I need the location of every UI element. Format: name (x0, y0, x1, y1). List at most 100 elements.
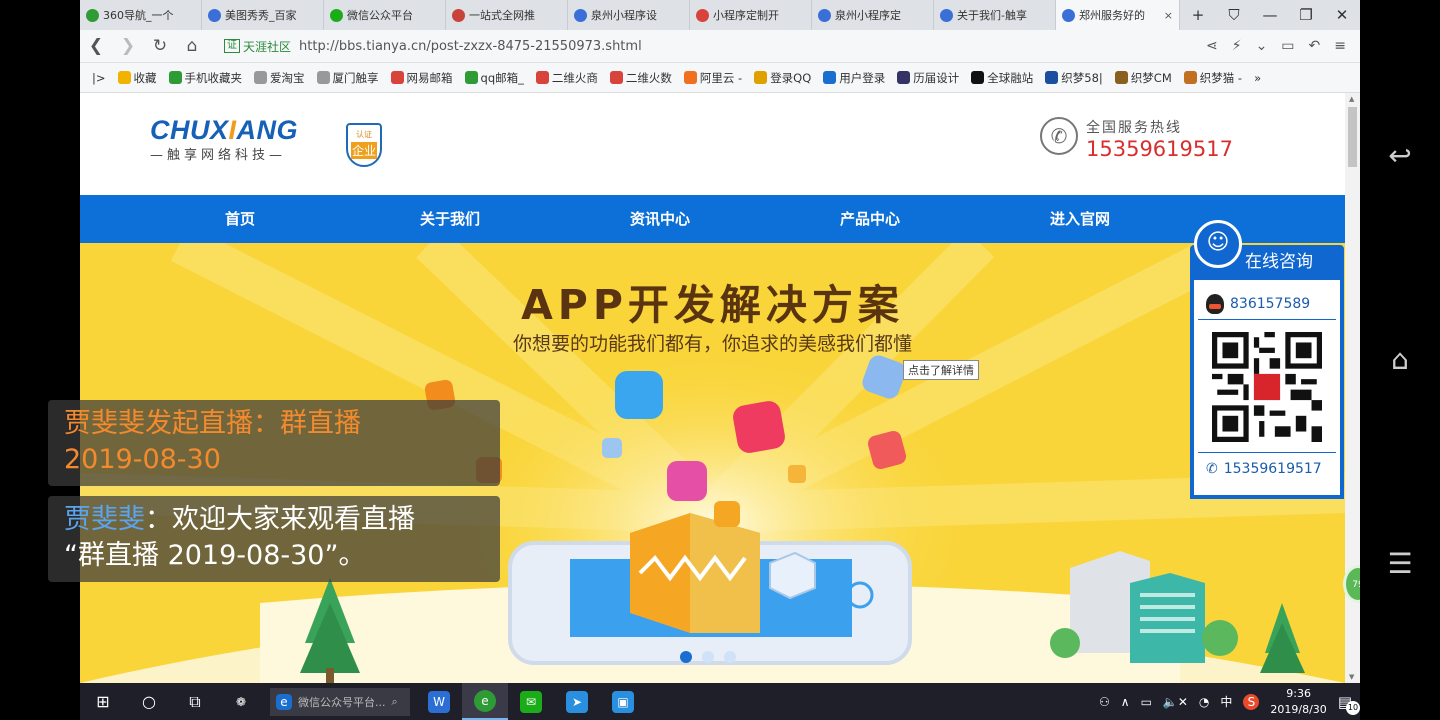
clock-time: 9:36 (1286, 686, 1311, 700)
start-button[interactable]: ⊞ (80, 683, 126, 720)
tab-favicon-icon (86, 8, 99, 22)
url-bar[interactable]: http://bbs.tianya.cn/post-zxzx-8475-2155… (299, 39, 1206, 54)
bookmark-item[interactable]: 二维火商 (535, 70, 598, 86)
share-icon[interactable]: ⋖ (1206, 38, 1218, 54)
tab-tools: + ⛉ — ❐ ✕ (1180, 0, 1360, 30)
scrollbar-thumb[interactable] (1348, 107, 1357, 167)
site-logo[interactable]: CHUXIANG —触享网络科技— (150, 115, 298, 163)
bookmark-item[interactable]: qq邮箱_ (464, 70, 524, 86)
tab-7[interactable]: 关于我们-触享 (934, 0, 1056, 30)
carousel-dot[interactable] (724, 651, 736, 663)
tab-2[interactable]: 微信公众平台 (324, 0, 446, 30)
scroll-down-arrow-icon[interactable]: ▼ (1349, 673, 1354, 681)
android-home-button[interactable]: ⌂ (1380, 342, 1420, 378)
tab-3[interactable]: 一站式全网推 (446, 0, 568, 30)
bookmark-item[interactable]: 用户登录 (823, 70, 885, 86)
screenshot-icon[interactable]: ▭ (1281, 38, 1294, 54)
taskbar-search[interactable]: e 微信公众号平台... ⌕ (270, 687, 410, 716)
speed-icon[interactable]: ⚡ (1232, 38, 1242, 54)
nav-item-2[interactable]: 资讯中心 (555, 195, 765, 243)
message-sender: 贾斐斐 (64, 504, 145, 535)
bookmark-item[interactable]: 织梦58| (1045, 70, 1103, 86)
carousel-dot[interactable] (702, 651, 714, 663)
system-tray: ⚇ ∧ ▭ 🔈✕ ◔ 中 S 9:36 2019/8/30 ▤ 10 (1099, 686, 1360, 718)
tray-chevron-icon[interactable]: ∧ (1121, 695, 1130, 709)
android-back-button[interactable]: ↩ (1380, 138, 1420, 174)
tab-6[interactable]: 泉州小程序定 (812, 0, 934, 30)
wifi-icon[interactable]: ◔ (1199, 695, 1209, 709)
bookmarks-more-button[interactable]: » (1254, 71, 1261, 85)
bookmarks-toggle[interactable]: |> (92, 71, 106, 85)
consult-phone[interactable]: ✆ 15359619517 (1198, 452, 1336, 477)
bookmark-item[interactable]: 织梦CM (1114, 70, 1172, 86)
bookmark-item[interactable]: 爱淘宝 (254, 70, 305, 86)
bookmark-item[interactable]: 织梦猫 - (1183, 70, 1243, 86)
pin-button[interactable]: ⛉ (1216, 6, 1252, 24)
cortana-button[interactable]: ○ (126, 683, 172, 720)
task-view-button[interactable]: ⧉ (172, 683, 218, 720)
app-feishu[interactable]: ➤ (554, 683, 600, 720)
minimize-button[interactable]: — (1252, 6, 1288, 24)
tab-5[interactable]: 小程序定制开 (690, 0, 812, 30)
tab-label: 关于我们-触享 (957, 9, 1027, 22)
nav-item-4[interactable]: 进入官网 (975, 195, 1185, 243)
tab-8[interactable]: 郑州服务好的 × (1056, 0, 1180, 30)
nav-item-0[interactable]: 首页 (135, 195, 345, 243)
bookmark-item[interactable]: 厦门触享 (316, 70, 379, 86)
forward-button[interactable]: ❯ (112, 36, 144, 56)
bookmark-item[interactable]: 全球融站 (971, 70, 1033, 86)
refresh-button[interactable]: ↻ (144, 36, 176, 56)
bookmark-item[interactable]: 阿里云 - (683, 70, 743, 86)
tab-4[interactable]: 泉州小程序设 (568, 0, 690, 30)
bookmark-item[interactable]: 收藏 (117, 70, 157, 86)
nav-item-1[interactable]: 关于我们 (345, 195, 555, 243)
bookmark-item[interactable]: 手机收藏夹 (168, 70, 242, 86)
qr-code (1212, 332, 1322, 442)
home-button[interactable]: ⌂ (176, 36, 208, 56)
search-icon: ⌕ (391, 694, 398, 708)
bookmark-label: 用户登录 (839, 70, 886, 85)
bookmark-label: 阿里云 - (699, 70, 743, 85)
people-icon[interactable]: ⚇ (1099, 695, 1110, 709)
notification-icon[interactable]: ▤ 10 (1338, 693, 1360, 715)
app-wps[interactable]: W (416, 683, 462, 720)
ime-indicator[interactable]: 中 (1220, 693, 1232, 710)
app-calendar[interactable]: ▣ (600, 683, 646, 720)
consult-qq[interactable]: 836157589 (1198, 280, 1336, 320)
bookmark-item[interactable]: 历届设计 (897, 70, 959, 86)
tab-0[interactable]: 360导航_一个 (80, 0, 202, 30)
tab-close-icon[interactable]: × (1164, 9, 1173, 22)
tab-favicon-icon (452, 8, 465, 22)
clock[interactable]: 9:36 2019/8/30 (1270, 686, 1326, 718)
new-tab-button[interactable]: + (1180, 6, 1216, 24)
wps-icon: W (428, 690, 450, 713)
volume-muted-icon[interactable]: 🔈✕ (1163, 695, 1188, 709)
app-pinwheel[interactable]: ❁ (218, 683, 264, 720)
bookmark-item[interactable]: 二维火数 (609, 70, 672, 86)
nav-item-3[interactable]: 产品中心 (765, 195, 975, 243)
close-window-button[interactable]: ✕ (1324, 6, 1360, 24)
bookmark-item[interactable]: 登录QQ (754, 70, 811, 86)
menu-icon[interactable]: ≡ (1334, 38, 1346, 54)
app-360-browser[interactable]: e (462, 683, 508, 720)
restore-button[interactable]: ❐ (1288, 6, 1324, 24)
sogou-icon[interactable]: S (1243, 693, 1260, 710)
site-nav: 首页 关于我们 资讯中心 产品中心 进入官网 (80, 195, 1345, 243)
bookmark-favicon-icon (897, 71, 911, 84)
bookmark-label: 织梦猫 - (1199, 70, 1243, 85)
scroll-up-arrow-icon[interactable]: ▲ (1349, 95, 1354, 103)
android-menu-button[interactable]: ☰ (1380, 546, 1420, 582)
battery-icon[interactable]: ▭ (1141, 695, 1152, 709)
undo-icon[interactable]: ↶ (1309, 38, 1321, 54)
bookmark-item[interactable]: 网易邮箱 (390, 70, 453, 86)
url-text[interactable]: http://bbs.tianya.cn/post-zxzx-8475-2155… (299, 39, 642, 54)
site-header: CHUXIANG —触享网络科技— 认证 企业 ✆ 全国服务热线 1535961… (80, 93, 1345, 195)
carousel-dot[interactable] (680, 651, 692, 663)
dropdown-icon[interactable]: ⌄ (1256, 38, 1268, 54)
app-wechat[interactable]: ✉ (508, 683, 554, 720)
site-certificate[interactable]: 证 天涯社区 (224, 38, 291, 55)
address-toolbar: ❮ ❯ ↻ ⌂ 证 天涯社区 http://bbs.tianya.cn/post… (80, 30, 1360, 63)
tab-1[interactable]: 美图秀秀_百家 (202, 0, 324, 30)
tab-label: 360导航_一个 (103, 9, 174, 22)
back-button[interactable]: ❮ (80, 36, 112, 56)
